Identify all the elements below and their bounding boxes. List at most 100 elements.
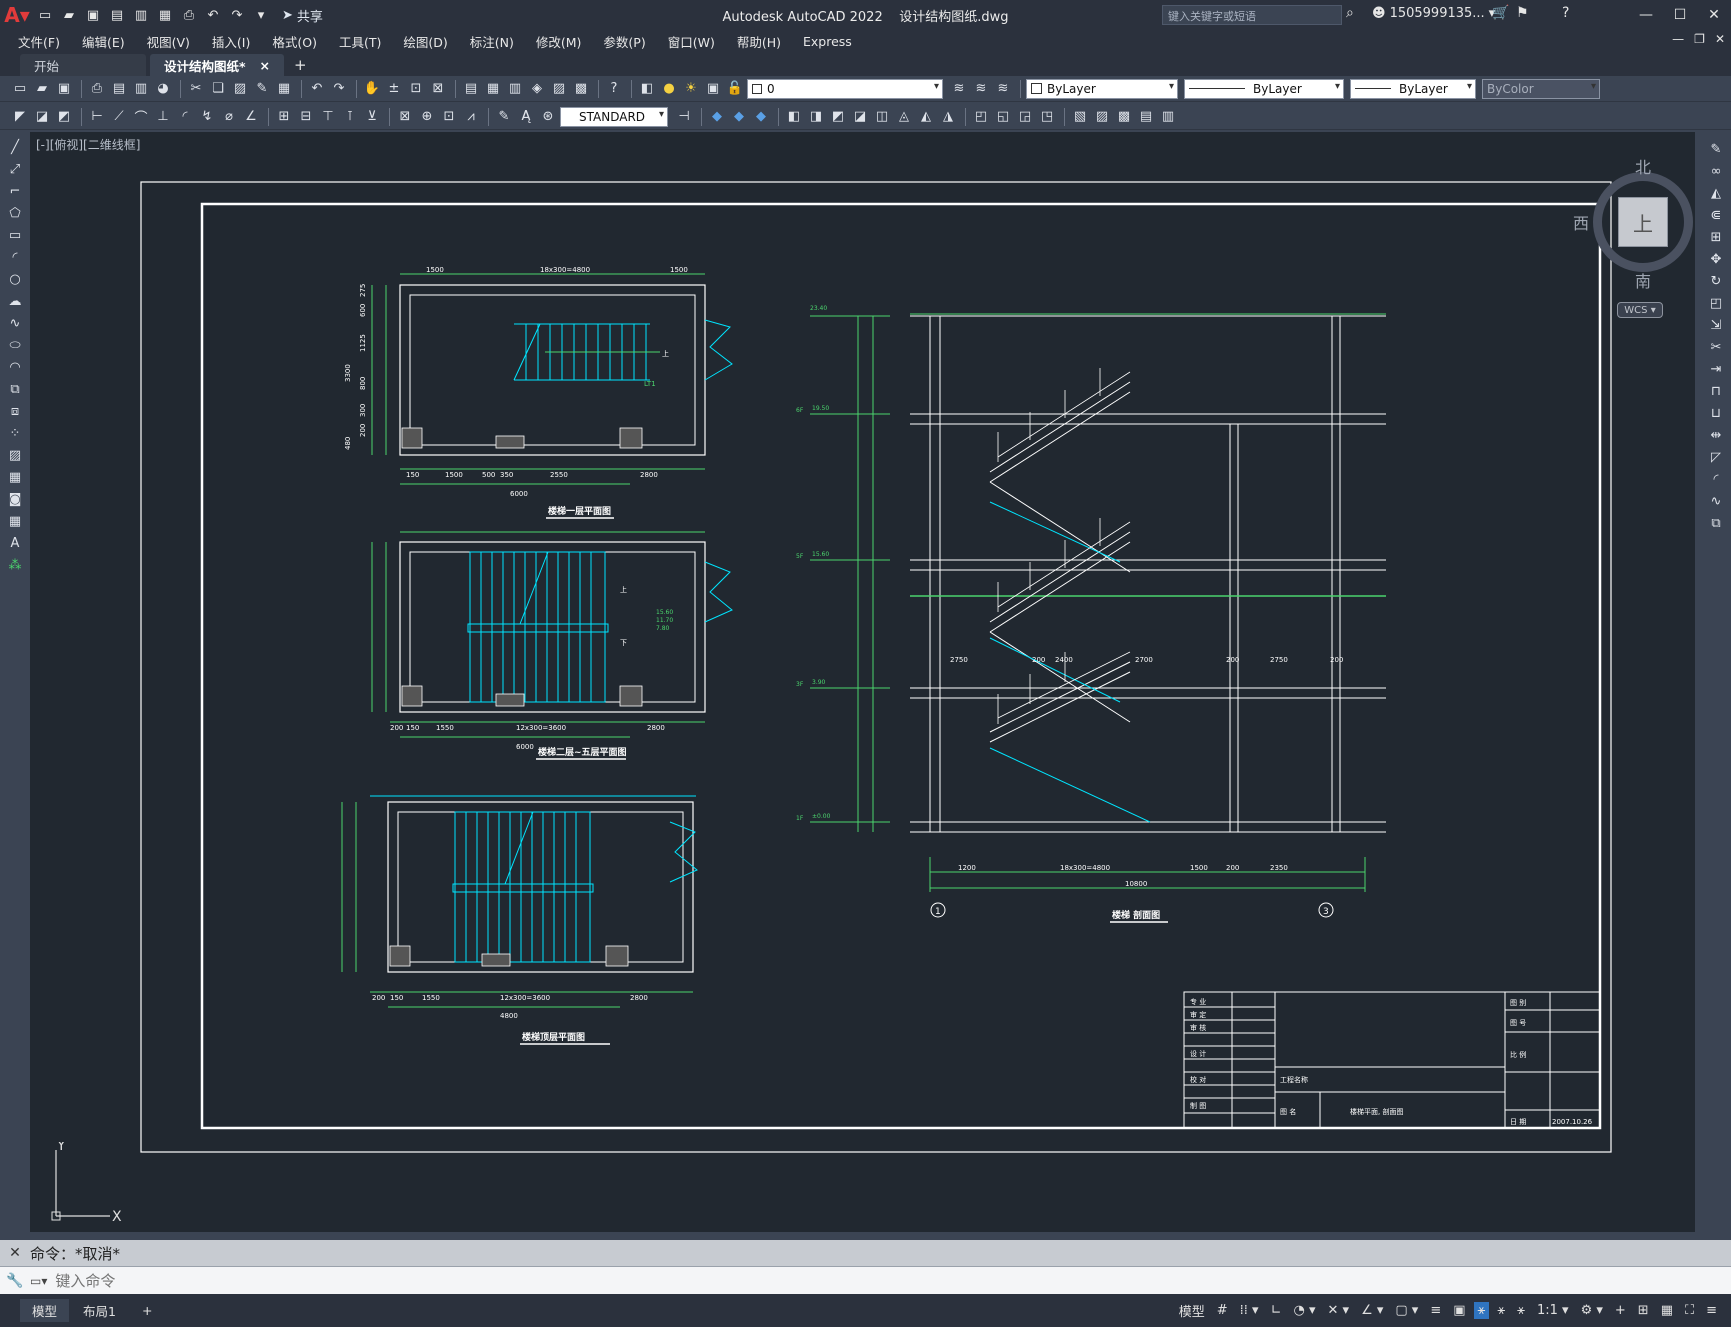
copy-icon[interactable]: ❏ xyxy=(208,79,228,99)
diameter-dimension-icon[interactable]: ⌀ xyxy=(219,107,239,127)
paste-icon[interactable]: ▨ xyxy=(230,79,250,99)
sheet-set-icon[interactable]: ◈ xyxy=(527,79,547,99)
annotation-monitor-icon[interactable]: + xyxy=(1611,1302,1630,1319)
print-icon[interactable]: ⎙ xyxy=(178,4,200,26)
viewcube-west[interactable]: 西 xyxy=(1573,210,1589,234)
polyline-icon[interactable]: ⌐ xyxy=(10,184,21,206)
help-icon[interactable]: ? xyxy=(1562,5,1569,21)
rotate-icon[interactable]: ↻ xyxy=(1711,274,1722,296)
dimension-style-icon[interactable]: ⊣ xyxy=(674,107,694,127)
plot-icon[interactable]: ⎙ xyxy=(87,79,107,99)
menu-tools[interactable]: 工具(T) xyxy=(339,32,381,51)
save-as-icon[interactable]: ▤ xyxy=(106,4,128,26)
layer-viewport-icon[interactable]: ▣ xyxy=(703,79,723,99)
make-current-layer-icon[interactable]: ≋ xyxy=(949,79,969,99)
open-icon[interactable]: ▰ xyxy=(32,79,52,99)
stretch-icon[interactable]: ⇲ xyxy=(1711,318,1722,340)
autodesk-app-icon[interactable]: ⚑ xyxy=(1516,5,1529,21)
layer-match-icon[interactable]: ≋ xyxy=(993,79,1013,99)
region-icon[interactable]: ◙ xyxy=(9,492,22,514)
modify-icon-13[interactable]: ▧ xyxy=(1070,107,1090,127)
maximize-icon[interactable]: ☐ xyxy=(1663,0,1697,30)
new-tab-button[interactable]: + xyxy=(294,54,307,76)
customize-qat-icon[interactable]: ▾ xyxy=(250,4,272,26)
menu-format[interactable]: 格式(O) xyxy=(272,32,317,51)
auto-scale-icon[interactable]: ⚹ xyxy=(1493,1302,1509,1319)
modify-icon-8[interactable]: ◮ xyxy=(938,107,958,127)
menu-view[interactable]: 视图(V) xyxy=(147,32,190,51)
color-dropdown[interactable]: ByLayer ▾ xyxy=(1026,78,1178,99)
rectangle-icon[interactable]: ▭ xyxy=(9,228,21,250)
break-icon[interactable]: ⊔ xyxy=(1711,406,1721,428)
redo-icon[interactable]: ↷ xyxy=(329,79,349,99)
modify-icon-12[interactable]: ◳ xyxy=(1037,107,1057,127)
polygon-icon[interactable]: ⬠ xyxy=(9,206,20,228)
mtext-icon[interactable]: ◪ xyxy=(32,107,52,127)
linear-dimension-icon[interactable]: ⊢ xyxy=(87,107,107,127)
modify-icon-2[interactable]: ◨ xyxy=(806,107,826,127)
workspace-gear-icon[interactable]: ⚙ ▾ xyxy=(1577,1302,1607,1319)
dimension-update-icon[interactable]: ⊛ xyxy=(538,107,558,127)
layer-unisolate-icon[interactable]: ◆ xyxy=(751,107,771,127)
viewcube-top-face[interactable]: 上 xyxy=(1618,197,1668,247)
share-button[interactable]: ➤ 共享 xyxy=(282,6,323,25)
layer-on-icon[interactable]: ● xyxy=(659,79,679,99)
tab-model[interactable]: 模型 xyxy=(20,1299,70,1322)
fillet-icon[interactable]: ◜ xyxy=(1713,472,1718,494)
new-file-icon[interactable]: ▭ xyxy=(34,4,56,26)
ordinate-dimension-icon[interactable]: ⊥ xyxy=(153,107,173,127)
layer-previous-icon[interactable]: ≋ xyxy=(971,79,991,99)
layer-lock-icon[interactable]: 🔓 xyxy=(725,79,745,99)
join-icon[interactable]: ⇹ xyxy=(1711,428,1722,450)
close-icon[interactable]: ✕ xyxy=(1697,0,1731,30)
add-selected-icon[interactable]: ⁂ xyxy=(9,558,22,580)
modify-icon-16[interactable]: ▤ xyxy=(1136,107,1156,127)
clean-screen-icon[interactable]: ⛶ xyxy=(1681,1302,1698,1319)
insert-block-icon[interactable]: ⧉ xyxy=(10,382,19,404)
zoom-realtime-icon[interactable]: ± xyxy=(384,79,404,99)
object-snap-icon[interactable]: ▢ ▾ xyxy=(1391,1302,1422,1319)
aligned-dimension-icon[interactable]: ⟋ xyxy=(109,107,129,127)
cut-icon[interactable]: ✂ xyxy=(186,79,206,99)
mirror-icon[interactable]: ◭ xyxy=(1711,186,1721,208)
close-command-line-icon[interactable]: ✕ xyxy=(0,1245,30,1261)
menu-parametric[interactable]: 参数(P) xyxy=(603,32,645,51)
spline-icon[interactable]: ∿ xyxy=(10,316,21,338)
copy-object-icon[interactable]: ∞ xyxy=(1711,164,1722,186)
text-icon[interactable]: ◤ xyxy=(10,107,30,127)
ellipse-arc-icon[interactable]: ◠ xyxy=(9,360,20,382)
continue-dimension-icon[interactable]: ⊤ xyxy=(318,107,338,127)
3d-print-icon[interactable]: ◕ xyxy=(153,79,173,99)
layer-states-icon[interactable]: ◆ xyxy=(707,107,727,127)
customize-icon[interactable]: 🔧 xyxy=(0,1273,30,1289)
tab-start[interactable]: 开始 xyxy=(20,54,146,76)
revision-cloud-icon[interactable]: ☁ xyxy=(9,294,22,316)
add-layout-button[interactable]: + xyxy=(130,1301,164,1320)
modify-icon-9[interactable]: ◰ xyxy=(971,107,991,127)
dimension-style-dropdown[interactable]: STANDARD ▾ xyxy=(560,106,668,127)
tool-palettes-icon[interactable]: ▥ xyxy=(505,79,525,99)
doc-close-icon[interactable]: ✕ xyxy=(1715,32,1725,46)
selection-cycling-icon[interactable]: ▣ xyxy=(1449,1302,1469,1319)
dimension-space-icon[interactable]: ⊺ xyxy=(340,107,360,127)
publish-icon[interactable]: ▥ xyxy=(131,79,151,99)
quick-properties-icon[interactable]: ▦ xyxy=(1657,1302,1677,1319)
command-input[interactable] xyxy=(55,1271,1556,1290)
lineweight-toggle-icon[interactable]: ≡ xyxy=(1426,1302,1445,1319)
properties-icon[interactable]: ▤ xyxy=(461,79,481,99)
chamfer-icon[interactable]: ◸ xyxy=(1711,450,1721,472)
offset-icon[interactable]: ⋐ xyxy=(1711,208,1722,230)
trim-icon[interactable]: ✂ xyxy=(1711,340,1722,362)
viewcube-south[interactable]: 南 xyxy=(1635,268,1651,292)
modify-icon-15[interactable]: ▩ xyxy=(1114,107,1134,127)
plot-icon[interactable]: ▦ xyxy=(154,4,176,26)
inspect-icon[interactable]: ⊡ xyxy=(439,107,459,127)
polar-tracking-icon[interactable]: ◔ ▾ xyxy=(1289,1302,1319,1319)
viewcube[interactable]: 上 北 南 东 西 xyxy=(1555,152,1725,302)
make-block-icon[interactable]: ⧈ xyxy=(11,404,19,426)
plot-preview-icon[interactable]: ▤ xyxy=(109,79,129,99)
modify-icon-11[interactable]: ◲ xyxy=(1015,107,1035,127)
tab-drawing[interactable]: 设计结构图纸* × xyxy=(150,54,285,76)
erase-icon[interactable]: ✎ xyxy=(1711,142,1722,164)
dimension-text-edit-icon[interactable]: Ą xyxy=(516,107,536,127)
